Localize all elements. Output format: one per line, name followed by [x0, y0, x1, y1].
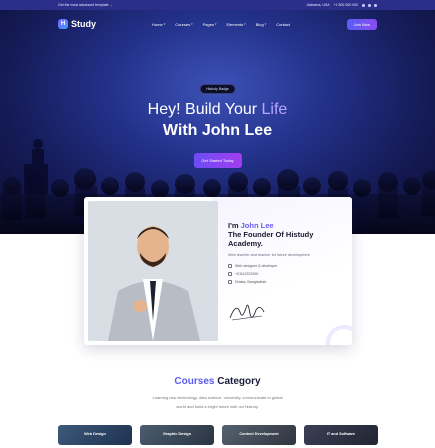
founder-description: Web teacher and teacher for future devel… — [228, 253, 310, 257]
chevron-down-icon: ▾ — [244, 22, 246, 26]
founder-info: I'm John Lee The Founder Of Histudy Acad… — [228, 221, 313, 284]
top-bar: Get the most advanced template → Alabama… — [0, 0, 435, 10]
location-icon — [228, 280, 232, 284]
nav-item-pages[interactable]: Pages ▾ — [203, 22, 217, 27]
founder-role-line-2: Academy. — [228, 239, 263, 248]
get-started-button[interactable]: Get Started Today — [193, 153, 242, 168]
chevron-down-icon: ▾ — [191, 22, 193, 26]
announcement-link[interactable]: Get the most advanced template → — [58, 3, 113, 7]
briefcase-icon — [228, 264, 232, 268]
founder-photo — [88, 201, 218, 341]
twitter-icon[interactable] — [368, 3, 371, 7]
main-nav: H Study Home ▾ Courses ▾ Pages ▾ Elements ▾ … — [0, 14, 435, 34]
join-now-button[interactable]: Join Now — [346, 18, 377, 30]
hero-title-line-1: Hey! Build Your Life — [147, 101, 288, 118]
courses-section-title: Courses Category — [174, 376, 261, 387]
meta-item: Dhaka, Bangladesh — [228, 280, 313, 284]
nav-item-elements[interactable]: Elements ▾ — [226, 22, 245, 27]
linkedin-icon[interactable] — [374, 3, 377, 7]
meta-item: +01111222000 — [228, 272, 313, 276]
courses-section-description: Learning new technology, data science, u… — [152, 395, 283, 409]
chevron-down-icon: ▾ — [264, 22, 267, 26]
nav-item-home[interactable]: Home ▾ — [152, 22, 165, 27]
category-tile-graphic-design[interactable]: Graphic Design — [140, 425, 214, 445]
chevron-down-icon: ▾ — [214, 22, 217, 26]
chevron-down-icon: ▾ — [163, 22, 166, 26]
page: Get the most advanced template → Alabama… — [0, 0, 435, 448]
logo-icon: H — [58, 19, 68, 29]
top-bar-contact: Alabama, USA +1 800 000 000 — [307, 3, 377, 7]
category-tile-it-software[interactable]: IT and Software — [304, 425, 378, 445]
meta-item: Web designer & developer — [228, 264, 313, 268]
founder-name: I'm John Lee — [228, 221, 274, 230]
signature-image — [229, 304, 265, 321]
course-category-tiles: Web Design Graphic Design Content Develo… — [58, 425, 378, 445]
hero-title-line-2: With John Lee — [162, 122, 273, 139]
phone-text: +1 800 000 000 — [333, 3, 358, 7]
category-tile-content-development[interactable]: Content Development — [222, 425, 296, 445]
nav-item-courses[interactable]: Courses ▾ — [175, 22, 192, 27]
nav-item-contact[interactable]: Contact — [276, 22, 290, 27]
hero-badge: Histudy Badge — [199, 84, 236, 94]
facebook-icon[interactable] — [362, 3, 365, 7]
decorative-ring — [326, 325, 352, 345]
site-logo[interactable]: H Study — [58, 19, 96, 29]
social-links — [362, 3, 377, 7]
founder-card: I'm John Lee The Founder Of Histudy Acad… — [84, 197, 352, 345]
category-tile-web-design[interactable]: Web Design — [58, 425, 132, 445]
phone-icon — [228, 272, 232, 276]
nav-item-blog[interactable]: Blog ▾ — [256, 22, 267, 27]
nav-menu: Home ▾ Courses ▾ Pages ▾ Elements ▾ Blog ▾ Co… — [152, 22, 290, 27]
founder-role-line-1: The Founder Of Histudy — [228, 230, 314, 239]
address-text: Alabama, USA — [306, 3, 330, 7]
logo-text: Study — [71, 19, 97, 29]
founder-meta-list: Web designer & developer +01111222000 Dh… — [228, 264, 313, 284]
